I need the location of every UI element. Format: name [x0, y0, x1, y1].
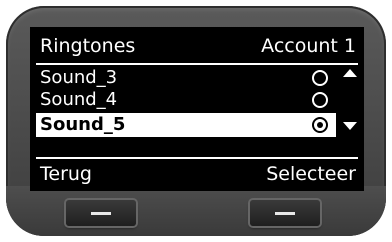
softkey-bar: Terug Selecteer — [30, 159, 364, 189]
right-softkey-button[interactable] — [250, 200, 320, 226]
display-screen: Ringtones Account 1 Sound_3 Sound_4 Soun… — [30, 27, 364, 191]
list-item-label: Sound_5 — [40, 114, 126, 135]
list-item-sound-5[interactable]: Sound_5 — [36, 113, 336, 137]
softkey-back-label: Terug — [40, 163, 92, 185]
arrow-up-icon — [343, 69, 357, 77]
radio-selected-icon[interactable] — [312, 117, 328, 133]
list-item-label: Sound_4 — [40, 89, 118, 110]
menu-title: Ringtones — [40, 35, 136, 57]
list-item-label: Sound_3 — [40, 67, 118, 88]
softkey-select-label: Selecteer — [266, 163, 356, 185]
list-item-sound-4[interactable]: Sound_4 — [30, 89, 364, 111]
radio-unselected-icon[interactable] — [312, 92, 328, 108]
radio-unselected-icon[interactable] — [312, 70, 328, 86]
arrow-down-icon — [343, 122, 357, 130]
list-item-sound-3[interactable]: Sound_3 — [30, 67, 364, 89]
account-label: Account 1 — [261, 35, 356, 57]
phone-keypad-area — [6, 186, 386, 236]
left-softkey-button[interactable] — [66, 200, 136, 226]
header-divider — [36, 63, 358, 65]
minus-icon — [275, 212, 295, 215]
minus-icon — [91, 212, 111, 215]
header-bar: Ringtones Account 1 — [30, 31, 364, 61]
